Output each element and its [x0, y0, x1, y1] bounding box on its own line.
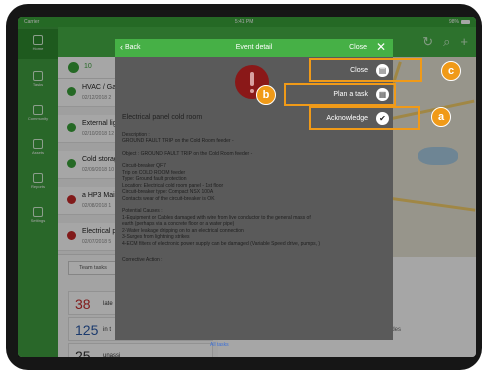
description-line: Object : GROUND FAULT TRIP on the Cold R…: [122, 150, 253, 157]
exclamation-bar: [250, 72, 254, 86]
callout-highlight-plan: [284, 83, 396, 106]
exclamation-dot: [250, 89, 254, 93]
description-line: Type: Ground fault protection: [122, 176, 187, 182]
description-line: Circuit-breaker type: Compact NSX 100A: [122, 189, 214, 195]
close-link[interactable]: Close: [349, 44, 367, 51]
close-icon[interactable]: ✕: [376, 40, 386, 54]
callout-highlight-close: [309, 58, 422, 82]
modal-header: ‹ Back Event detail Close ✕: [115, 39, 393, 57]
description-line: GROUND FAULT TRIP on the Cold Room feede…: [122, 138, 234, 144]
description-line: Contacts wear of the circuit-breaker is …: [122, 195, 215, 202]
callout-badge-c: c: [441, 61, 461, 81]
description-line: 1-Equipment or Cables damaged with wire …: [122, 214, 311, 221]
event-description: Electrical panel cold room Description :…: [122, 114, 386, 270]
description-line: 2-Water leakage dripping on to an electr…: [122, 227, 244, 234]
description-line: Trip on COLD ROOM feeder: [122, 169, 186, 176]
callout-badge-a: a: [431, 107, 451, 127]
callout-badge-b: b: [256, 85, 276, 105]
description-line: earth (perhaps via a concrete floor or a…: [122, 221, 235, 227]
description-line: Location: Electrical cold room panel - 1…: [122, 182, 224, 189]
description-line: Circuit-breaker QF7: [122, 163, 166, 169]
description-line: Potential Causes :: [122, 208, 163, 214]
corrective-action-label: Corrective Action :: [122, 257, 163, 263]
description-line: 3-Surges from lightning strikes: [122, 234, 190, 240]
all-tasks-link[interactable]: All tasks: [210, 342, 229, 348]
callout-highlight-acknowledge: [309, 106, 420, 130]
description-line: 4-ECM filters of electronic power supply…: [122, 240, 321, 247]
description-line: Description :: [122, 131, 150, 138]
